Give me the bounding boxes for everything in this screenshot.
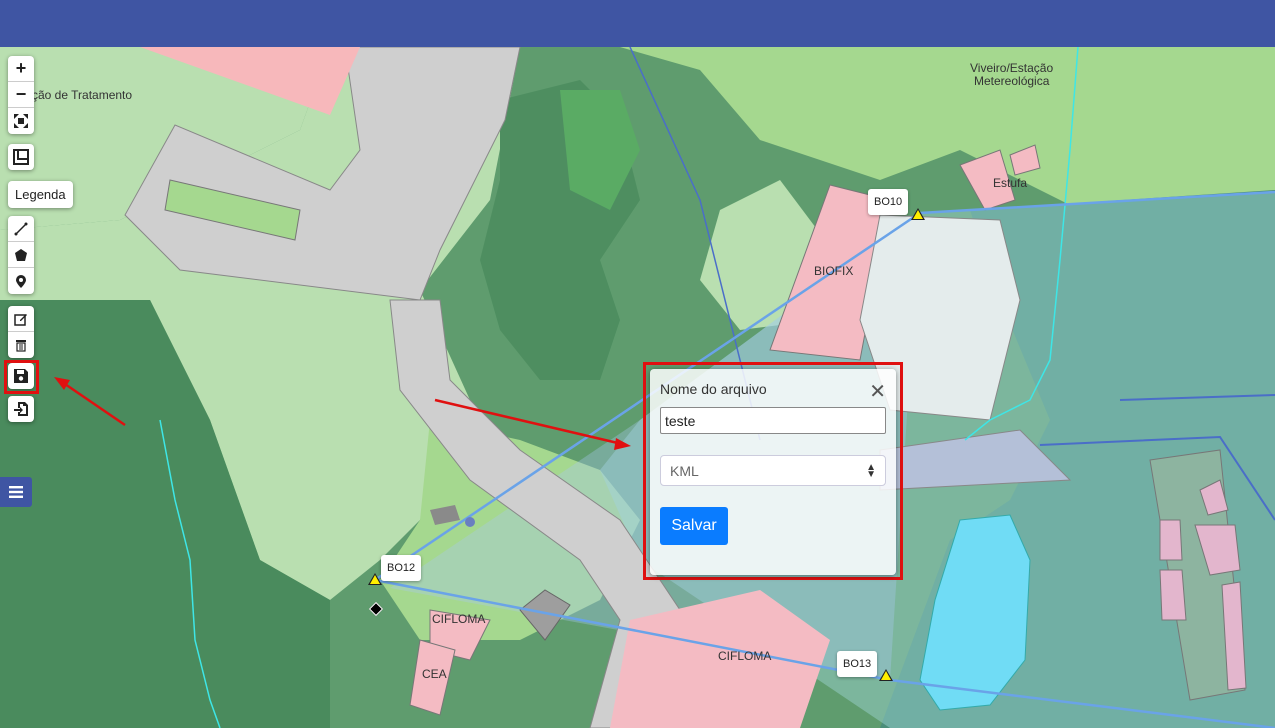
file-import-icon: [14, 402, 28, 416]
fullscreen-icon: [14, 114, 28, 128]
ruler-icon: [13, 149, 29, 165]
filename-input[interactable]: [660, 407, 886, 434]
map-tiles: [0, 47, 1275, 728]
map-pin-icon: [16, 275, 26, 288]
warning-marker-icon[interactable]: [368, 573, 382, 585]
delete-layers-button[interactable]: [8, 332, 34, 358]
zoom-out-button[interactable]: −: [8, 82, 34, 108]
save-control: [8, 363, 34, 389]
edit-toolbar: [8, 306, 34, 358]
save-file-button[interactable]: [8, 363, 34, 389]
map-label-cifloma-bottom: CIFLOMA: [718, 649, 772, 663]
menu-button[interactable]: [0, 477, 32, 507]
marker-label-bo12[interactable]: BO12: [381, 555, 422, 581]
draw-polygon-button[interactable]: [8, 242, 34, 268]
map-label-cea: CEA: [422, 667, 447, 681]
zoom-control: + −: [8, 56, 34, 134]
top-bar: [0, 0, 1275, 47]
import-control: [8, 396, 34, 422]
map-label-treatment: ção de Tratamento: [32, 88, 133, 102]
fullscreen-button[interactable]: [8, 108, 34, 134]
measure-button[interactable]: [8, 144, 34, 170]
draw-toolbar: [8, 216, 34, 294]
save-button[interactable]: Salvar: [660, 507, 728, 545]
map-label-viveiro: Viveiro/Estação: [970, 61, 1054, 75]
map-canvas[interactable]: ção de Tratamento Viveiro/Estação Metere…: [0, 47, 1275, 728]
legend-button[interactable]: Legenda: [8, 181, 73, 208]
close-icon[interactable]: ✕: [869, 382, 886, 402]
draw-polyline-button[interactable]: [8, 216, 34, 242]
edit-icon: [14, 313, 27, 326]
warning-marker-icon[interactable]: [911, 208, 925, 220]
warning-marker-icon[interactable]: [879, 669, 893, 681]
zoom-in-button[interactable]: +: [8, 56, 34, 82]
map-label-estufa: Estufa: [993, 176, 1028, 190]
floppy-disk-icon: [14, 369, 28, 383]
trash-icon: [16, 340, 26, 352]
minus-icon: −: [15, 84, 27, 104]
select-arrows-icon: ▲ ▼: [866, 462, 876, 480]
map-label-biofix: BIOFIX: [814, 264, 854, 278]
map-label-metereologica: Metereológica: [974, 74, 1050, 88]
polygon-icon: [15, 248, 27, 261]
dialog-title: Nome do arquivo: [660, 381, 767, 397]
measure-control: [8, 144, 34, 170]
plus-icon: +: [15, 58, 27, 78]
draw-marker-button[interactable]: [8, 268, 34, 294]
marker-label-bo10[interactable]: BO10: [868, 189, 909, 215]
map-label-cifloma-left: CIFLOMA: [432, 612, 486, 626]
import-file-button[interactable]: [8, 396, 34, 422]
format-select[interactable]: KML ▲ ▼: [660, 455, 886, 486]
marker-label-bo13[interactable]: BO13: [837, 651, 878, 677]
format-select-value: KML: [670, 463, 699, 479]
polyline-icon: [14, 222, 28, 235]
hamburger-menu-icon: [9, 486, 23, 498]
save-file-dialog: Nome do arquivo ✕ KML ▲▼ Salvar: [650, 369, 896, 575]
edit-layers-button[interactable]: [8, 306, 34, 332]
